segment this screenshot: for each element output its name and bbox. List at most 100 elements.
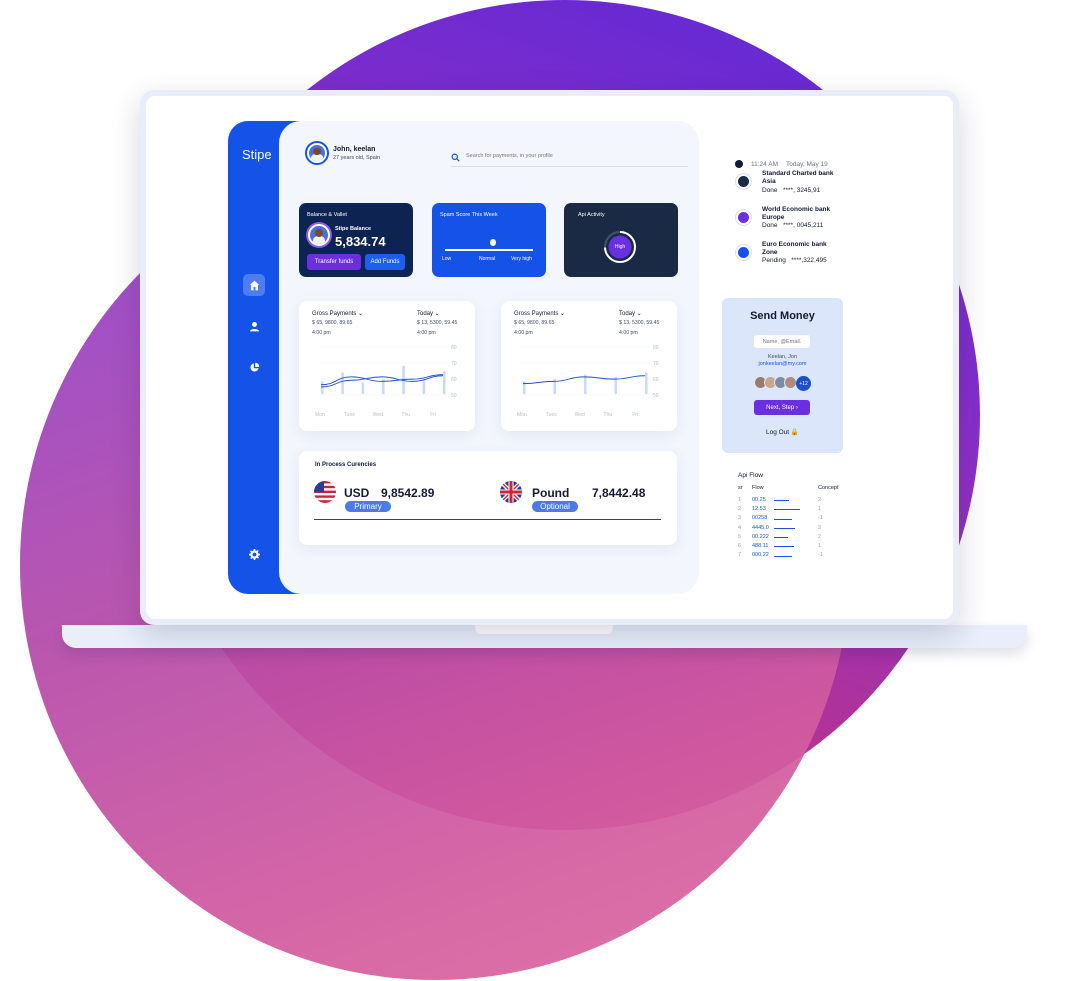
cell-concept: -1	[818, 515, 823, 522]
sidebar-item-settings[interactable]	[243, 543, 265, 565]
table-row[interactable]: 6 488.11 1	[738, 541, 848, 550]
flow-bar	[774, 509, 800, 511]
currency-tag-primary[interactable]: Primary	[345, 501, 391, 512]
x-tick-label: Wed	[373, 412, 383, 418]
transfer-funds-button[interactable]: Transfer funds	[307, 254, 361, 270]
api-flow-table: Api Flow sr Flow Concept 1 00.25 2 2 12.53 1 3…	[738, 472, 848, 560]
table-row[interactable]: 5 00.222 2	[738, 532, 848, 541]
transaction-item[interactable]: World Economic bank Europe Done ****, 00…	[736, 206, 846, 238]
col-concept: Concept	[818, 485, 839, 491]
cell-concept: 1	[818, 505, 822, 512]
sidebar-item-home[interactable]	[243, 274, 265, 296]
spam-label-normal: Normal	[479, 256, 496, 262]
cell-sr: 7	[738, 552, 742, 559]
activity-time-row: 11:24 AM Today, May 19	[735, 160, 828, 168]
gross-payments-chart-1: Gross Payments ⌄ $ 65, 9800, 89.65 4:00 …	[299, 301, 475, 431]
x-tick-label: Tues	[546, 412, 557, 418]
spam-slider-track	[445, 249, 533, 251]
currency-tag-optional[interactable]: Optional	[532, 501, 578, 512]
cell-concept: 1	[818, 543, 822, 550]
flow-bar	[774, 537, 788, 539]
clock-icon	[735, 160, 743, 168]
laptop-notch	[475, 625, 613, 634]
table-row[interactable]: 3 00258 -1	[738, 514, 848, 523]
y-tick-label: 70	[451, 361, 457, 367]
table-row[interactable]: 4 4445.0 3	[738, 523, 848, 532]
balance-avatar	[308, 224, 330, 246]
api-flow-rows: 1 00.25 2 2 12.53 1 3 00258 -1 4 4445.0 3 5 00.222 2 6 4…	[738, 495, 848, 560]
transaction-status: Done ****, 0045,211	[762, 222, 824, 229]
chart-bar	[645, 372, 648, 394]
transaction-item[interactable]: Standard Charted bank Asia Done ****, 32…	[736, 170, 846, 202]
currency-code: USD	[344, 486, 370, 500]
spam-slider-marker[interactable]	[490, 239, 496, 246]
user-icon	[249, 321, 259, 331]
next-step-button[interactable]: Next, Step ›	[754, 400, 810, 415]
chart-bar	[361, 382, 365, 394]
user-subtitle: 27 years old, Spain	[333, 155, 381, 161]
spam-label-low: Low	[442, 256, 452, 262]
app-window: Stipe John, keelan 27 years old, Spain S…	[146, 96, 953, 619]
transaction-dot	[736, 210, 751, 225]
user-avatar[interactable]	[307, 143, 327, 163]
x-tick-label: Tues	[344, 412, 355, 418]
x-tick-label: Fri	[430, 412, 436, 418]
y-tick-label: 50	[653, 393, 659, 399]
currencies-title: In Process Curencies	[315, 462, 377, 468]
recipient-name: Keelan, Jon	[767, 354, 798, 360]
table-row[interactable]: 1 00.25 2	[738, 495, 848, 504]
sidebar-item-analytics[interactable]	[243, 356, 265, 378]
chart-bar	[341, 372, 344, 394]
y-tick-label: 80	[653, 345, 659, 351]
currency-code: Pound	[532, 486, 570, 500]
sidebar-item-profile[interactable]	[243, 315, 265, 337]
x-tick-label: Mon	[517, 412, 527, 418]
search-input[interactable]	[466, 153, 666, 159]
x-tick-label: Mon	[315, 412, 325, 418]
col-flow: Flow	[752, 485, 764, 491]
spam-score-card: Spam Score This Week Low Normal Very hig…	[432, 203, 546, 277]
gear-icon	[248, 548, 260, 560]
api-activity-card: Api Activity High	[564, 203, 678, 277]
table-row[interactable]: 7 000.22 -1	[738, 551, 848, 560]
main-panel: John, keelan 27 years old, Spain Balance…	[279, 121, 699, 594]
table-row[interactable]: 2 12.53 1	[738, 504, 848, 513]
transaction-status: Done ****, 3245,91	[762, 187, 821, 194]
api-flow-header: sr Flow Concept	[738, 485, 848, 491]
cell-sr: 3	[738, 515, 742, 522]
send-money-panel: Send Money Keelan, Jon jonkeelan@my.com …	[722, 298, 843, 453]
gauge-label: High	[614, 244, 626, 250]
balance-card-title: Balance & Vallet	[307, 212, 347, 218]
currency-divider	[314, 519, 661, 520]
pie-chart-icon	[249, 362, 259, 372]
add-funds-button[interactable]: Add Funds	[365, 254, 405, 270]
cell-concept: 2	[818, 533, 822, 540]
more-contacts-badge[interactable]: +12	[796, 376, 811, 391]
laptop-screen: Stipe John, keelan 27 years old, Spain S…	[140, 90, 959, 625]
us-flag-icon	[314, 481, 336, 503]
x-tick-label: Thu	[401, 412, 410, 418]
gross-payments-chart-2: Gross Payments ⌄ $ 65, 9800, 89.65 4:00 …	[501, 301, 677, 431]
line-chart-1: 80 70 60 50 Mon Tues Wed Thu Fri	[315, 345, 457, 418]
transaction-status: Pending ****,322,495	[762, 257, 827, 264]
recipient-input[interactable]	[754, 335, 810, 348]
currency-amount: 9,8542.89	[381, 486, 435, 500]
logout-button[interactable]: Log Out 🔒	[722, 428, 843, 436]
transaction-name: Standard Charted bank Asia	[762, 170, 834, 185]
chevron-right-icon: ›	[795, 404, 798, 411]
transaction-name: Euro Economic bank Zone	[762, 241, 827, 256]
balance-label: Stipe Balance	[335, 226, 372, 232]
y-tick-label: 80	[451, 345, 457, 351]
search-icon[interactable]	[451, 153, 460, 162]
transaction-item[interactable]: Euro Economic bank Zone Pending ****,322…	[736, 241, 846, 273]
home-icon	[249, 280, 259, 290]
recipient-email[interactable]: jonkeelan@my.com	[722, 361, 843, 367]
chart-bar	[584, 374, 587, 394]
stage: Stipe John, keelan 27 years old, Spain S…	[0, 0, 1079, 981]
send-money-title: Send Money	[750, 310, 815, 322]
x-tick-label: Thu	[603, 412, 612, 418]
lock-icon: 🔒	[790, 429, 800, 436]
cell-sr: 5	[738, 533, 742, 540]
api-card-title: Api Activity	[578, 212, 605, 218]
brand-logo: Stipe	[242, 147, 272, 162]
